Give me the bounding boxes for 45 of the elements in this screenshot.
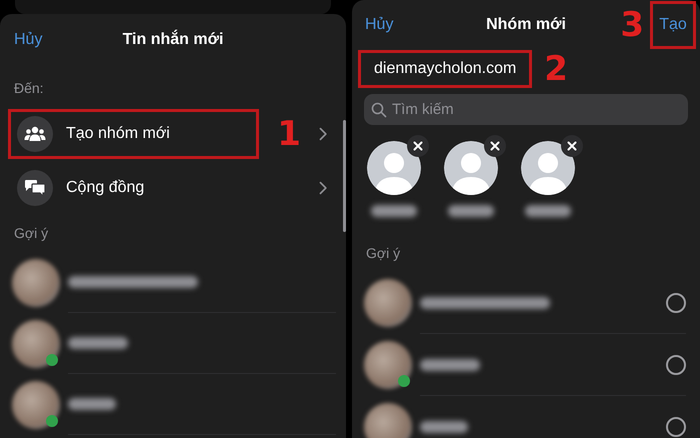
avatar-placeholder xyxy=(364,279,412,327)
cancel-button[interactable]: Hủy xyxy=(14,28,42,52)
menu-item[interactable]: Cộng đồng xyxy=(8,163,260,213)
search-field[interactable]: Tìm kiếm xyxy=(364,94,688,125)
avatar-placeholder xyxy=(12,258,60,306)
close-icon xyxy=(567,141,577,151)
cancel-button[interactable]: Hủy xyxy=(365,13,394,37)
person-silhouette-icon xyxy=(444,141,498,195)
create-button[interactable]: Tạo xyxy=(650,1,696,49)
chevron-right-icon xyxy=(319,181,328,195)
remove-button[interactable] xyxy=(407,135,429,157)
blurred-name xyxy=(420,358,480,370)
to-label: Đến: xyxy=(13,79,45,98)
blurred-name xyxy=(371,205,417,217)
chat-bubbles-icon xyxy=(17,170,53,206)
step-number: 1 xyxy=(277,117,301,151)
blurred-name xyxy=(68,398,116,410)
close-icon xyxy=(413,141,423,151)
menu-item[interactable]: Tạo nhóm mới xyxy=(8,109,260,159)
blurred-name xyxy=(420,420,468,432)
group-name-field[interactable]: dienmaycholon.com xyxy=(358,50,532,88)
blurred-name xyxy=(68,337,128,349)
screen-title: Nhóm mới xyxy=(486,15,566,35)
radio-button[interactable] xyxy=(666,354,686,374)
screen-title: Tin nhắn mới xyxy=(122,28,224,50)
suggestions-label: Gợi ý xyxy=(365,244,402,263)
chevron-right-icon xyxy=(319,127,328,141)
remove-button[interactable] xyxy=(561,135,583,157)
avatar-placeholder xyxy=(12,380,60,428)
close-icon xyxy=(490,141,500,151)
step-number: 3 xyxy=(620,8,644,42)
radio-button[interactable] xyxy=(666,292,686,312)
search-icon xyxy=(371,102,387,118)
avatar-placeholder xyxy=(12,320,60,368)
avatar-placeholder xyxy=(364,341,412,389)
radio-button[interactable] xyxy=(666,416,686,436)
person-silhouette-icon xyxy=(521,141,575,195)
blurred-name xyxy=(525,205,571,217)
suggestions-label: Gợi ý xyxy=(13,224,50,243)
avatar-placeholder xyxy=(364,403,412,438)
step-number: 2 xyxy=(544,52,568,86)
people-icon xyxy=(17,116,53,152)
person-silhouette-icon xyxy=(367,141,421,195)
blurred-name xyxy=(448,205,494,217)
remove-button[interactable] xyxy=(484,135,506,157)
